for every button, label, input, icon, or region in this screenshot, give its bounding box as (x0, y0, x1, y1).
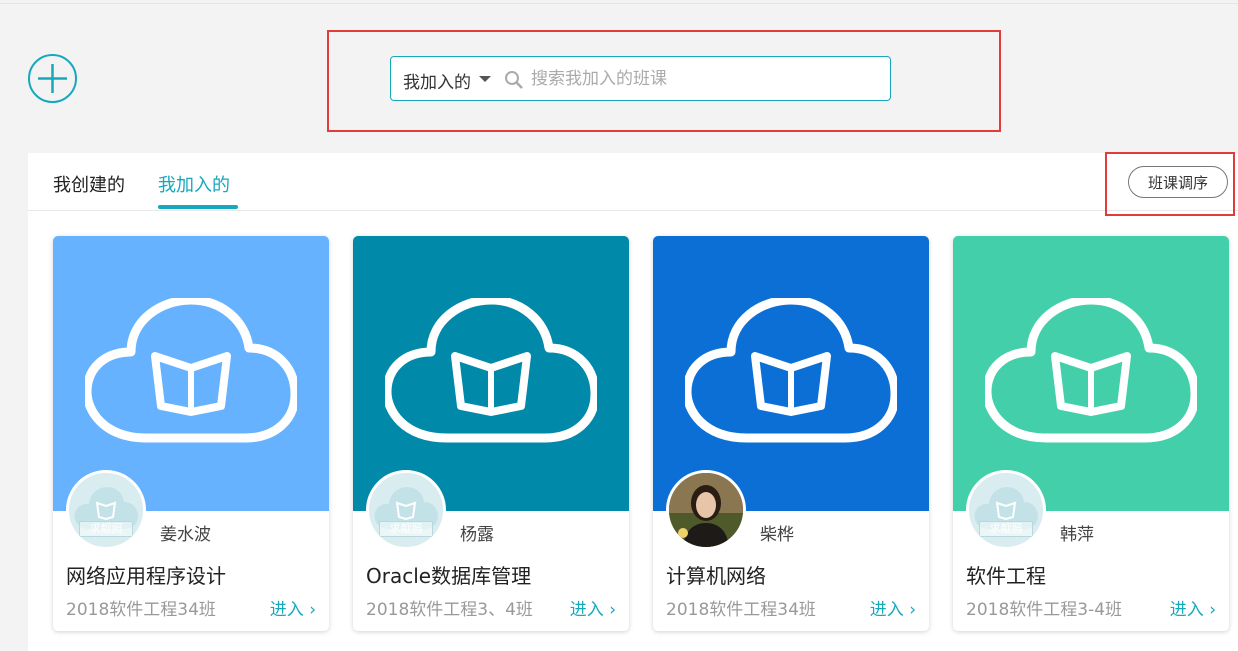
active-tab-indicator (158, 205, 238, 209)
add-class-button[interactable] (27, 53, 78, 104)
search-input[interactable] (531, 63, 871, 94)
teacher-photo (669, 473, 743, 547)
avatar-stamp: 求靓照 (979, 521, 1033, 537)
tabs-bar: 我创建的 我加入的 (28, 153, 1238, 211)
avatar: 求靓照 (66, 470, 146, 550)
enter-link[interactable]: 进入 › (870, 595, 916, 620)
chevron-down-icon[interactable] (479, 76, 491, 82)
teacher-name: 姜水波 (160, 525, 211, 545)
avatar-stamp: 求靓照 (379, 521, 433, 537)
enter-label: 进入 (269, 600, 304, 620)
course-card[interactable]: 求靓照 杨露 Oracle数据库管理 2018软件工程3、4班 进入 › (353, 236, 629, 631)
chevron-right-icon: › (909, 600, 916, 620)
tab-joined[interactable]: 我加入的 (158, 171, 230, 197)
cloud-book-icon (685, 298, 897, 443)
top-divider (0, 3, 1238, 4)
course-name: 软件工程 (966, 564, 1046, 588)
course-cover (53, 236, 329, 511)
avatar: 求靓照 (966, 470, 1046, 550)
enter-link[interactable]: 进入 › (570, 595, 616, 620)
avatar (666, 470, 746, 550)
course-name: 网络应用程序设计 (66, 564, 226, 588)
course-cover (353, 236, 629, 511)
chevron-right-icon: › (309, 600, 316, 620)
chevron-right-icon: › (609, 600, 616, 620)
class-name: 2018软件工程3-4班 (966, 600, 1123, 620)
cloud-book-icon (985, 298, 1197, 443)
chevron-right-icon: › (1209, 600, 1216, 620)
cloud-book-icon (85, 298, 297, 443)
sort-classes-button[interactable]: 班课调序 (1128, 166, 1228, 198)
class-name: 2018软件工程34班 (666, 600, 816, 620)
avatar-stamp: 求靓照 (79, 521, 133, 537)
cloud-book-icon (385, 298, 597, 443)
class-name: 2018软件工程34班 (66, 600, 216, 620)
teacher-name: 韩萍 (1060, 525, 1094, 545)
enter-label: 进入 (569, 600, 604, 620)
avatar: 求靓照 (366, 470, 446, 550)
course-card[interactable]: 求靓照 姜水波 网络应用程序设计 2018软件工程34班 进入 › (53, 236, 329, 631)
course-card[interactable]: 柴桦 计算机网络 2018软件工程34班 进入 › (653, 236, 929, 631)
enter-link[interactable]: 进入 › (1170, 595, 1216, 620)
course-name: 计算机网络 (666, 564, 766, 588)
search-box: 我加入的 (390, 56, 891, 101)
class-name: 2018软件工程3、4班 (366, 600, 533, 620)
course-cover (953, 236, 1229, 511)
tab-created[interactable]: 我创建的 (53, 171, 125, 197)
search-scope-dropdown[interactable]: 我加入的 (403, 68, 471, 93)
search-icon (505, 71, 523, 89)
course-name: Oracle数据库管理 (366, 564, 532, 588)
teacher-name: 柴桦 (760, 525, 794, 545)
teacher-name: 杨露 (460, 525, 494, 545)
enter-label: 进入 (1169, 600, 1204, 620)
course-cover (653, 236, 929, 511)
enter-label: 进入 (869, 600, 904, 620)
course-card[interactable]: 求靓照 韩萍 软件工程 2018软件工程3-4班 进入 › (953, 236, 1229, 631)
enter-link[interactable]: 进入 › (270, 595, 316, 620)
